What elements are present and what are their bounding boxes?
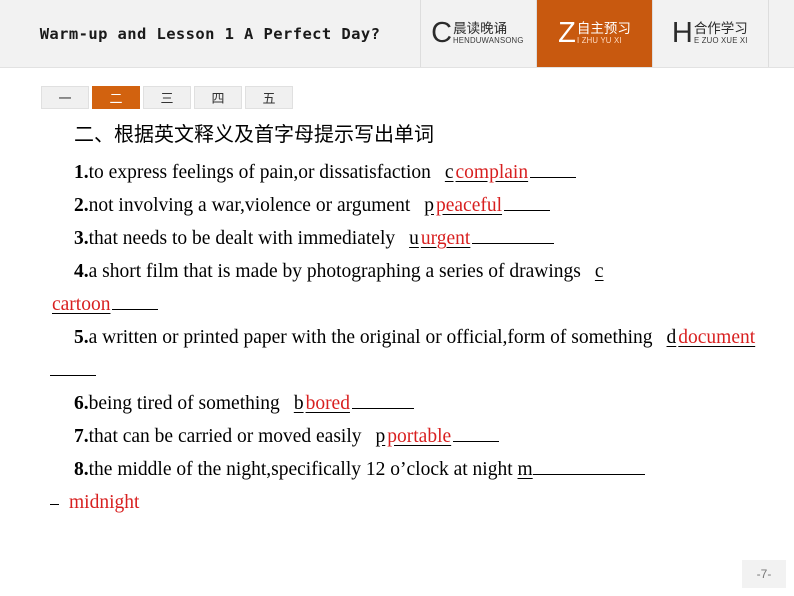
answer-rule (351, 408, 414, 409)
tab-content: H 合作学习 E ZUO XUE XI (671, 16, 749, 49)
tab-label-pinyin: E ZUO XUE XI (693, 35, 748, 45)
item-hint-letter: m (517, 459, 533, 480)
item-definition: being tired of something (88, 393, 280, 414)
item-number: 3. (74, 228, 89, 249)
tab-text-column: 晨读晚诵 HENDUWANSONG (453, 19, 526, 46)
section-tabs: C 晨读晚诵 HENDUWANSONG Z 自主预习 I ZHU YU XI H (421, 0, 794, 67)
lesson-title-container: Warm-up and Lesson 1 A Perfect Day? (0, 0, 421, 67)
tab-initial-letter-c: C (431, 16, 453, 49)
tab-label-pinyin: HENDUWANSONG (453, 35, 524, 45)
item-definition: to express feelings of pain,or dissatisf… (88, 162, 431, 183)
item-hint-letter: c (594, 261, 604, 282)
answer-rule (530, 177, 577, 178)
exercise-item-5: 5.a written or printed paper with the or… (50, 321, 768, 387)
item-answer: portable (387, 426, 452, 447)
item-hint-letter: u (409, 228, 419, 249)
answer-rule-continuation (50, 504, 59, 505)
item-hint-letter: b (293, 393, 304, 414)
page-title: Warm-up and Lesson 1 A Perfect Day? (39, 24, 381, 43)
answer-rule (504, 210, 551, 211)
exercise-heading: 二、根据英文释义及首字母提示写出单词 (74, 124, 434, 146)
tab-initial-letter-h: H (671, 16, 693, 49)
pager-item-3[interactable]: 三 (143, 86, 191, 109)
answer-rule (453, 441, 500, 442)
tab-content: Z 自主预习 I ZHU YU XI (558, 16, 631, 49)
item-number: 4. (74, 261, 89, 282)
section-pager: 一 二 三 四 五 (41, 86, 293, 109)
item-answer: complain (455, 162, 529, 183)
exercise-item-7: 7.that can be carried or moved easily p po… (50, 420, 768, 453)
answer-rule (532, 474, 645, 475)
tab-label-cn: 自主预习 (576, 20, 631, 36)
exercise-item-6: 6.being tired of something b bored (50, 387, 768, 420)
exercise-item-8-answer-line: midnight (50, 486, 768, 519)
item-definition: the middle of the night,specifically 12 … (88, 459, 513, 480)
item-number: 2. (74, 195, 89, 216)
item-number: 7. (74, 426, 89, 447)
item-answer: document (678, 327, 756, 348)
pager-item-2[interactable]: 二 (92, 86, 140, 109)
answer-rule (112, 309, 159, 310)
exercise-item-4-answer-line: cartoon (50, 288, 768, 321)
item-number: 5. (74, 327, 89, 348)
item-number: 8. (74, 459, 89, 480)
item-number: 1. (74, 162, 89, 183)
exercise-item-1: 1.to express feelings of pain,or dissati… (50, 156, 768, 189)
item-hint-letter: p (424, 195, 434, 216)
item-answer: bored (305, 393, 350, 414)
answer-rule (472, 243, 555, 244)
exercise-item-2: 2.not involving a war,violence or argume… (50, 189, 768, 222)
top-header-bar: Warm-up and Lesson 1 A Perfect Day? C 晨读… (0, 0, 794, 68)
item-hint-letter: p (375, 426, 386, 447)
exercise-item-4: 4.a short film that is made by photograp… (50, 255, 768, 288)
page-number-badge: -7- (742, 560, 786, 588)
item-definition: a written or printed paper with the orig… (88, 327, 653, 348)
item-answer: midnight (69, 492, 140, 513)
tab-text-column: 合作学习 E ZUO XUE XI (694, 19, 749, 46)
exercise-item-8: 8.the middle of the night,specifically 1… (50, 453, 768, 486)
tab-label-cn: 晨读晚诵 (453, 20, 508, 36)
tab-text-column: 自主预习 I ZHU YU XI (577, 19, 631, 46)
pager-item-1[interactable]: 一 (41, 86, 89, 109)
tab-label-cn: 合作学习 (693, 20, 748, 36)
pager-item-4[interactable]: 四 (194, 86, 242, 109)
exercise-item-3: 3.that needs to be dealt with immediatel… (50, 222, 768, 255)
item-hint-letter: d (666, 327, 677, 348)
tab-zizhu-yuxi[interactable]: Z 自主预习 I ZHU YU XI (537, 0, 653, 67)
tab-chendu-wansong[interactable]: C 晨读晚诵 HENDUWANSONG (421, 0, 537, 67)
item-hint-letter: c (444, 162, 454, 183)
tab-initial-letter-z: Z (558, 16, 576, 49)
item-answer: cartoon (52, 294, 111, 315)
exercise-content: 二、根据英文释义及首字母提示写出单词 1.to express feelings… (0, 120, 794, 519)
answer-rule (50, 375, 96, 376)
item-definition: not involving a war,violence or argument (88, 195, 411, 216)
tab-label-pinyin: I ZHU YU XI (576, 35, 622, 45)
pager-item-5[interactable]: 五 (245, 86, 293, 109)
item-number: 6. (74, 393, 89, 414)
item-definition: a short film that is made by photographi… (88, 261, 581, 282)
item-answer: peaceful (435, 195, 503, 216)
tab-hezuo-xuexi[interactable]: H 合作学习 E ZUO XUE XI (653, 0, 769, 67)
tab-content: C 晨读晚诵 HENDUWANSONG (431, 16, 526, 49)
item-answer: urgent (420, 228, 471, 249)
item-definition: that can be carried or moved easily (88, 426, 362, 447)
item-definition: that needs to be dealt with immediately (88, 228, 396, 249)
